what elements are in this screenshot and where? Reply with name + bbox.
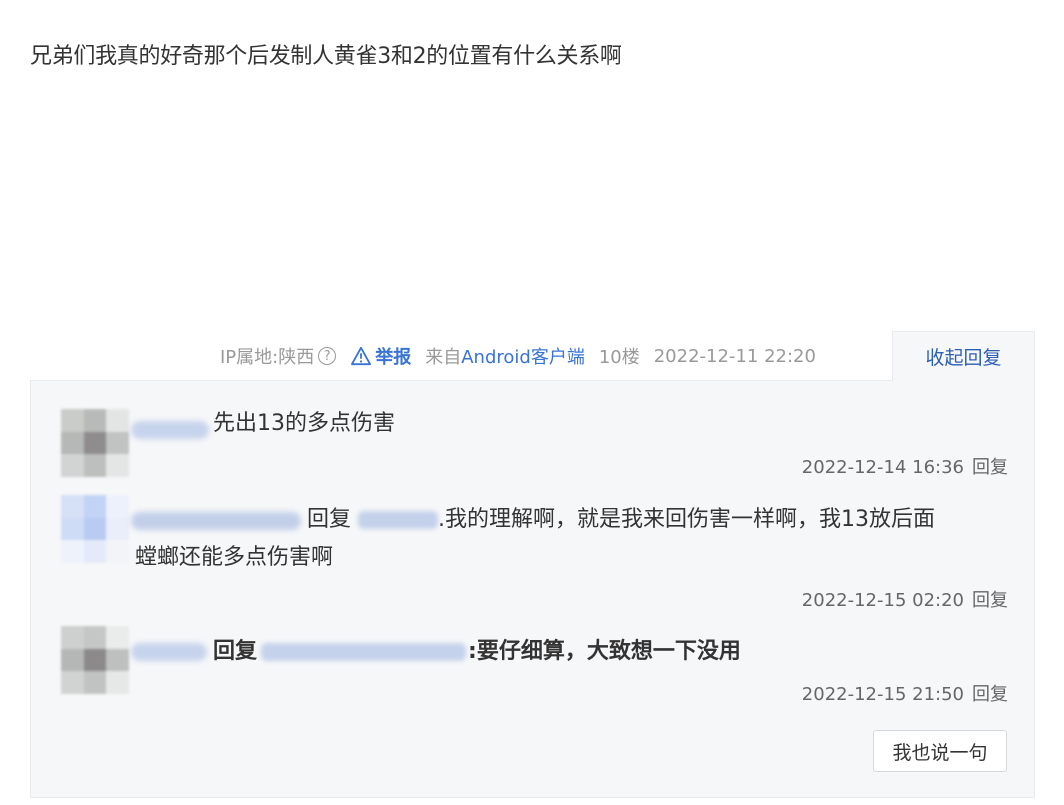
avatar[interactable] (61, 495, 129, 563)
reply-content: 回复 .我的理解啊，就是我来回伤害一样啊，我13放后面 (307, 501, 935, 539)
reply-content-line1: .我的理解啊，就是我来回伤害一样啊，我13放后面 (438, 507, 936, 532)
reply-content-continued: 螳螂还能多点伤害啊 (135, 545, 334, 570)
reply-datetime: 2022-12-15 21:50 (801, 684, 964, 705)
reply-datetime: 2022-12-15 02:20 (801, 590, 964, 611)
reply-content: 先出13的多点伤害 (213, 411, 395, 436)
help-icon[interactable]: ? (318, 347, 337, 365)
ip-location: IP属地:陕西 ? (220, 343, 337, 369)
post-datetime: 2022-12-11 22:20 (653, 345, 816, 367)
post-meta-bar: IP属地:陕西 ? 举报 来自 Android客户端 10楼 2022-12-11… (220, 333, 830, 379)
mentioned-user-link[interactable] (261, 643, 467, 661)
username-link[interactable] (131, 643, 207, 661)
username-link[interactable] (131, 512, 301, 530)
warning-icon (351, 346, 372, 366)
client-source: 来自 Android客户端 (425, 343, 585, 369)
avatar[interactable] (61, 409, 129, 477)
mentioned-user-link[interactable] (358, 511, 439, 529)
report-link[interactable]: 举报 (350, 343, 411, 369)
reply-prefix: 回复 (307, 507, 352, 532)
reply-content: 回复 :要仔细算，大致想一下没用 (213, 633, 741, 671)
reply-button[interactable]: 回复 (972, 684, 1008, 705)
username-link[interactable] (131, 421, 209, 439)
reply-button[interactable]: 回复 (972, 590, 1008, 611)
floor-number: 10楼 (598, 347, 640, 368)
avatar[interactable] (61, 626, 129, 694)
reply-content-text: :要仔细算，大致想一下没用 (468, 639, 741, 664)
reply-button[interactable]: 回复 (972, 457, 1008, 478)
reply-prefix: 回复 (213, 639, 258, 664)
reply-datetime: 2022-12-14 16:36 (801, 457, 964, 478)
say-something-button[interactable]: 我也说一句 (873, 730, 1007, 772)
report-label: 举报 (375, 347, 412, 368)
collapse-replies-button[interactable]: 收起回复 (892, 331, 1035, 381)
reply-footer: 2022-12-15 02:20 回复 (802, 586, 1008, 612)
reply-footer: 2022-12-15 21:50 回复 (802, 680, 1008, 706)
reply-footer: 2022-12-14 16:36 回复 (802, 453, 1008, 479)
android-client-link[interactable]: Android客户端 (461, 343, 585, 369)
ip-location-text: IP属地:陕西 (220, 347, 315, 368)
source-prefix: 来自 (425, 347, 462, 368)
post-content: 兄弟们我真的好奇那个后发制人黄雀3和2的位置有什么关系啊 (30, 44, 622, 69)
reply-panel: 先出13的多点伤害 2022-12-14 16:36 回复 回复 .我的理解啊，就… (30, 380, 1035, 798)
